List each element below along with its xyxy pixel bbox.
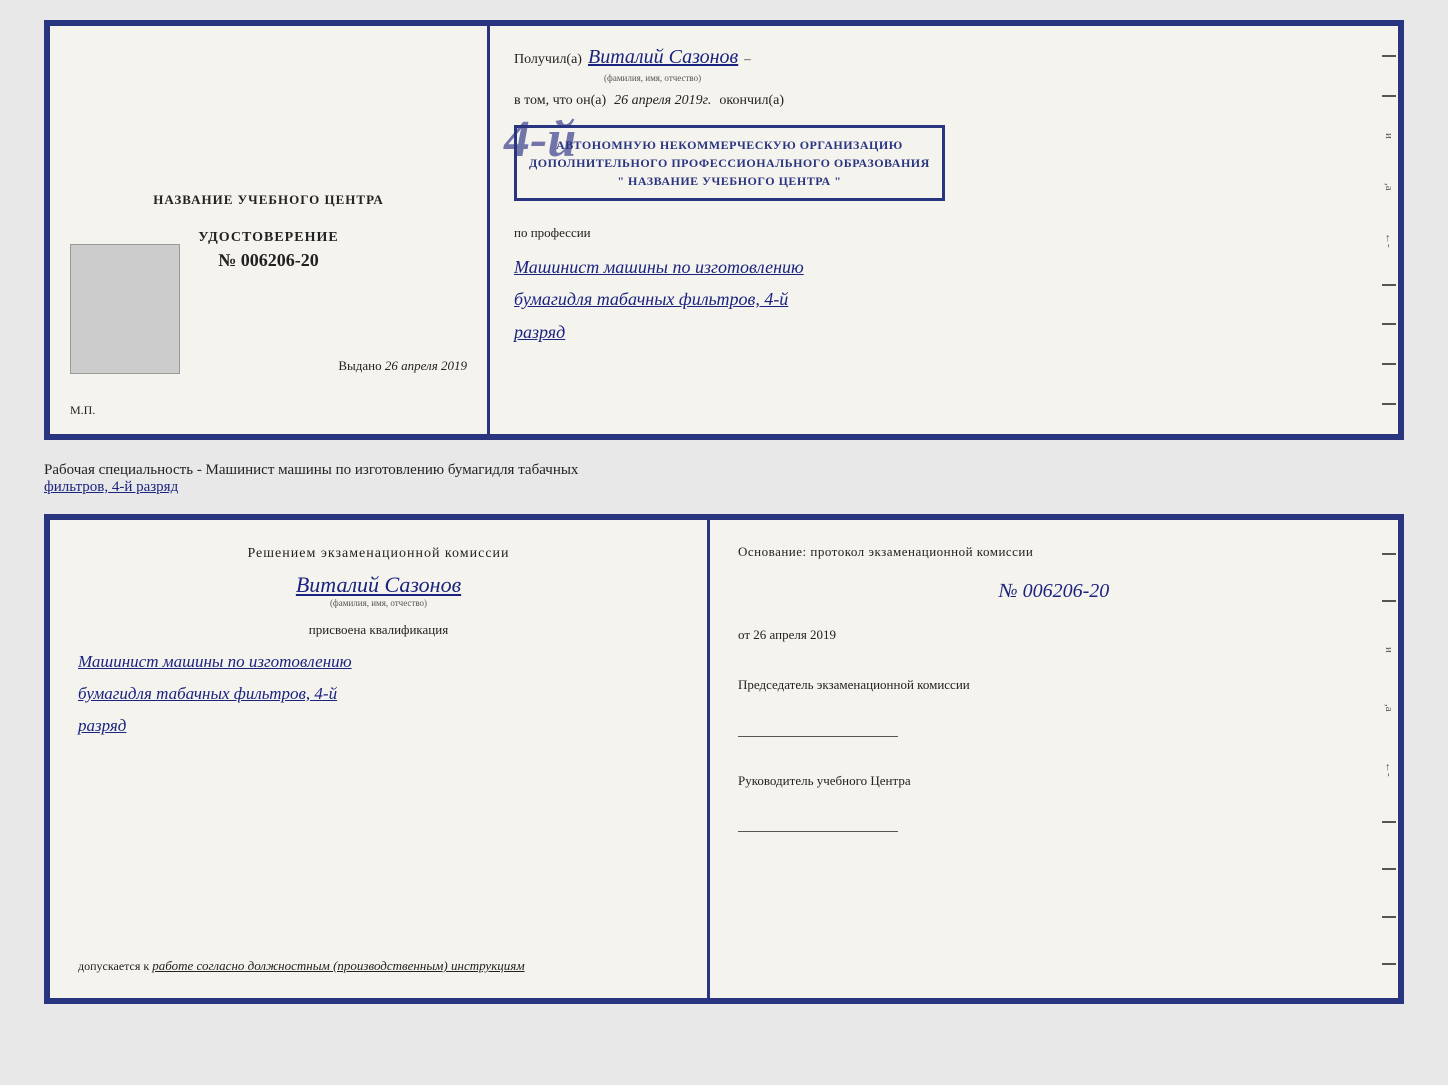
stripe — [1382, 821, 1396, 823]
ot-date-line: от 26 апреля 2019 — [738, 627, 1370, 643]
recipient-row: Получил(а) Виталий Сазонов – — [514, 46, 1374, 69]
rukovoditel-sig-line — [738, 808, 898, 832]
prof-line2: бумагидля табачных фильтров, 4-й — [514, 283, 1374, 315]
bottom-num: № 006206-20 — [738, 580, 1370, 603]
vydano-date: 26 апреля 2019 — [385, 358, 467, 373]
qualification-block: Машинист машины по изготовлению бумагидл… — [78, 646, 679, 743]
osnovanie-label: Основание: протокол экзаменационной коми… — [738, 544, 1370, 560]
cert-photo-placeholder — [70, 244, 180, 374]
v-tom-chto-label: в том, что он(а) — [514, 93, 606, 109]
qual-line3: разряд — [78, 710, 679, 742]
vydano-block: Выдано 26 апреля 2019 — [338, 358, 467, 374]
poluchil-label: Получил(а) — [514, 52, 582, 68]
stripe-text-a: ,а — [1383, 183, 1395, 197]
bottom-name-block: Виталий Сазонов (фамилия, имя, отчество) — [78, 572, 679, 608]
udost-number: № 006206-20 — [198, 250, 338, 271]
stripe-text-a2: ,а — [1383, 704, 1395, 718]
bottom-right-stripes: и ,а ←- — [1380, 520, 1398, 998]
prisvoena-label: присвоена квалификация — [78, 622, 679, 638]
stripe — [1382, 323, 1396, 325]
separator-main-text: Рабочая специальность - Машинист машины … — [44, 462, 578, 478]
stripe — [1382, 868, 1396, 870]
separator-text-block: Рабочая специальность - Машинист машины … — [44, 456, 1404, 498]
stripe-text-and2: и — [1383, 647, 1395, 661]
stamp-area: 4-й АВТОНОМНУЮ НЕКОММЕРЧЕСКУЮ ОРГАНИЗАЦИ… — [514, 125, 1374, 201]
bottom-recipient-name: Виталий Сазонов — [78, 572, 679, 598]
udost-label: УДОСТОВЕРЕНИЕ — [198, 230, 338, 246]
stripe — [1382, 916, 1396, 918]
qual-line1: Машинист машины по изготовлению — [78, 646, 679, 678]
predsedatel-sig-line — [738, 713, 898, 737]
qual-line2: бумагидля табачных фильтров, 4-й — [78, 678, 679, 710]
recipient-name-caption: (фамилия, имя, отчество) — [604, 73, 1374, 83]
stripe — [1382, 95, 1396, 97]
stamp-line3: " НАЗВАНИЕ УЧЕБНОГО ЦЕНТРА " — [529, 172, 930, 190]
stripe — [1382, 553, 1396, 555]
top-certificate: НАЗВАНИЕ УЧЕБНОГО ЦЕНТРА УДОСТОВЕРЕНИЕ №… — [44, 20, 1404, 440]
stripe-text-and: и — [1383, 133, 1395, 147]
cert-bottom-right-panel: Основание: протокол экзаменационной коми… — [710, 520, 1398, 998]
dopuskaetsya-label: допускается к — [78, 959, 149, 973]
rukovoditel-label: Руководитель учебного Центра — [738, 771, 1370, 791]
stamp-line2: ДОПОЛНИТЕЛЬНОГО ПРОФЕССИОНАЛЬНОГО ОБРАЗО… — [529, 154, 930, 172]
okoncil-label: окончил(а) — [719, 93, 784, 109]
ot-label: от — [738, 627, 750, 642]
predsedatel-label: Председатель экзаменационной комиссии — [738, 675, 1370, 695]
completion-date: 26 апреля 2019г. — [614, 93, 711, 109]
stripe — [1382, 963, 1396, 965]
separator-text2: фильтров, 4-й разряд — [44, 479, 178, 495]
cert-right-panel: Получил(а) Виталий Сазонов – (фамилия, и… — [490, 26, 1398, 434]
stripe — [1382, 284, 1396, 286]
stripe — [1382, 403, 1396, 405]
stamp-box: АВТОНОМНУЮ НЕКОММЕРЧЕСКУЮ ОРГАНИЗАЦИЮ ДО… — [514, 125, 945, 201]
ot-date: 26 апреля 2019 — [753, 627, 836, 642]
mp-label: М.П. — [70, 403, 95, 418]
prof-line1: Машинист машины по изготовлению — [514, 251, 1374, 283]
work-note: работе согласно должностным (производств… — [152, 958, 524, 973]
resheniyem-label: Решением экзаменационной комиссии — [78, 544, 679, 564]
dopuskaetsya-block: допускается к работе согласно должностны… — [78, 958, 679, 974]
prof-line3: разряд — [514, 316, 1374, 348]
cert-left-title: НАЗВАНИЕ УЧЕБНОГО ЦЕНТРА — [153, 192, 384, 208]
stamp-line1: АВТОНОМНУЮ НЕКОММЕРЧЕСКУЮ ОРГАНИЗАЦИЮ — [529, 136, 930, 154]
cert-left-panel: НАЗВАНИЕ УЧЕБНОГО ЦЕНТРА УДОСТОВЕРЕНИЕ №… — [50, 26, 490, 434]
bottom-name-caption: (фамилия, имя, отчество) — [78, 598, 679, 608]
stripe — [1382, 363, 1396, 365]
recipient-name: Виталий Сазонов — [588, 46, 738, 69]
bottom-certificate: Решением экзаменационной комиссии Витали… — [44, 514, 1404, 1004]
vydano-label: Выдано — [338, 358, 381, 373]
stripe — [1382, 55, 1396, 57]
stripe-text-left: ←- — [1383, 233, 1395, 247]
po-professii-label: по профессии — [514, 225, 1374, 241]
stripe-text-left2: ←- — [1383, 762, 1395, 776]
v-tom-chto-row: в том, что он(а) 26 апреля 2019г. окончи… — [514, 93, 1374, 109]
profession-handwritten: Машинист машины по изготовлению бумагидл… — [514, 251, 1374, 348]
right-stripes: и ,а ←- — [1380, 26, 1398, 434]
stripe — [1382, 600, 1396, 602]
cert-bottom-left-panel: Решением экзаменационной комиссии Витали… — [50, 520, 710, 998]
cert-udost-block: УДОСТОВЕРЕНИЕ № 006206-20 — [198, 230, 338, 271]
